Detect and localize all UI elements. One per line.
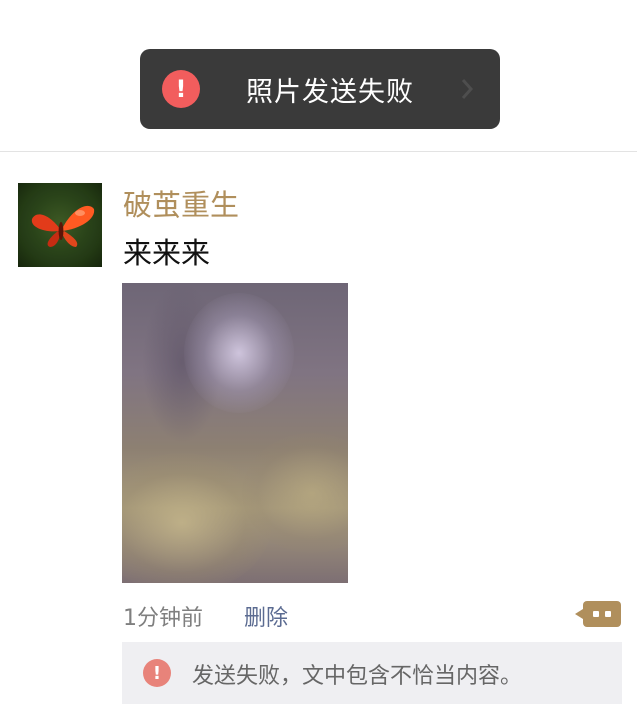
post-photo[interactable] (122, 283, 348, 583)
delete-link[interactable]: 删除 (244, 600, 288, 632)
photo-highlight (184, 293, 294, 413)
user-name[interactable]: 破茧重生 (123, 182, 239, 224)
photo-send-failed-banner[interactable]: ! 照片发送失败 (140, 49, 500, 129)
error-icon: ! (143, 659, 171, 687)
avatar[interactable] (18, 183, 102, 267)
comment-button[interactable] (575, 601, 621, 627)
send-error-box: ! 发送失败，文中包含不恰当内容。 (122, 642, 622, 704)
post-time: 1分钟前 (123, 606, 203, 631)
chevron-right-icon (461, 79, 474, 99)
error-text: 发送失败，文中包含不恰当内容。 (192, 664, 523, 689)
comment-icon-dot (605, 611, 611, 617)
divider (0, 151, 637, 152)
banner-text: 照片发送失败 (246, 76, 414, 108)
post-text: 来来来 (123, 236, 211, 270)
butterfly-image (20, 185, 100, 265)
comment-icon-dot (593, 611, 599, 617)
